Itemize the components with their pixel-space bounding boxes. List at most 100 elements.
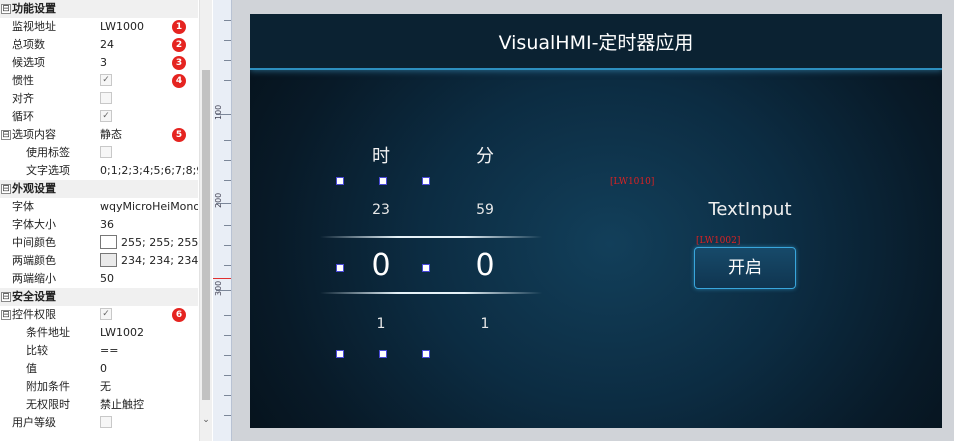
prop-value[interactable]: 50 bbox=[100, 270, 198, 288]
prop-label: 字体大小 bbox=[12, 218, 56, 231]
selection-handle[interactable] bbox=[379, 350, 387, 358]
prop-value-row[interactable]: 值 0 bbox=[0, 360, 198, 378]
color-swatch[interactable] bbox=[100, 235, 117, 249]
prop-extra-condition[interactable]: 附加条件 无 bbox=[0, 378, 198, 396]
ruler-tick bbox=[224, 20, 231, 21]
prop-label: 附加条件 bbox=[26, 380, 70, 393]
prop-inertia[interactable]: 惯性 ✓ 4 bbox=[0, 72, 198, 90]
collapse-icon[interactable]: ⊟ bbox=[1, 310, 11, 320]
prop-label: 对齐 bbox=[12, 92, 34, 105]
address-label-lw1010: [LW1010] bbox=[610, 177, 655, 187]
prop-label: 候选项 bbox=[12, 56, 45, 69]
prop-value[interactable]: 0 bbox=[100, 360, 198, 378]
prop-font-size[interactable]: 字体大小 36 bbox=[0, 216, 198, 234]
selection-handle[interactable] bbox=[336, 350, 344, 358]
user-level-checkbox[interactable] bbox=[100, 416, 112, 428]
prop-label: 监视地址 bbox=[12, 20, 56, 33]
ruler-label: 200 bbox=[214, 192, 223, 208]
annotation-badge-4: 4 bbox=[172, 74, 186, 88]
prop-control-permission[interactable]: ⊟ 控件权限 ✓ 6 bbox=[0, 306, 198, 324]
prop-total-items[interactable]: 总项数 24 2 bbox=[0, 36, 198, 54]
hour-wheel-current[interactable]: 0 bbox=[356, 248, 406, 283]
prop-candidate-items[interactable]: 候选项 3 3 bbox=[0, 54, 198, 72]
permission-checkbox[interactable]: ✓ bbox=[100, 308, 112, 320]
minute-prev-value: 59 bbox=[476, 202, 494, 218]
prop-align[interactable]: 对齐 bbox=[0, 90, 198, 108]
prop-label: 中间颜色 bbox=[12, 236, 56, 249]
design-canvas[interactable]: VisualHMI-定时器应用 时 分 23 59 0 0 1 1 [LW101… bbox=[232, 0, 954, 441]
property-scrollbar[interactable]: ⌄ bbox=[199, 0, 212, 441]
prop-label: 总项数 bbox=[12, 38, 45, 51]
prop-edge-shrink[interactable]: 两端缩小 50 bbox=[0, 270, 198, 288]
annotation-badge-6: 6 bbox=[172, 308, 186, 322]
prop-value[interactable]: wqyMicroHeiMono bbox=[100, 198, 198, 216]
ruler-tick bbox=[224, 245, 231, 246]
annotation-badge-5: 5 bbox=[172, 128, 186, 142]
inertia-checkbox[interactable]: ✓ bbox=[100, 74, 112, 86]
category-security-settings[interactable]: ⊟ 安全设置 bbox=[0, 288, 198, 306]
hour-prev-value: 23 bbox=[372, 202, 390, 218]
prop-label: 比较 bbox=[26, 344, 48, 357]
ruler-tick bbox=[224, 415, 231, 416]
collapse-icon[interactable]: ⊟ bbox=[1, 184, 11, 194]
selection-handle[interactable] bbox=[422, 264, 430, 272]
prop-label: 两端颜色 bbox=[12, 254, 56, 267]
selection-handle[interactable] bbox=[336, 264, 344, 272]
prop-value[interactable]: LW1002 bbox=[100, 324, 198, 342]
prop-user-level[interactable]: 用户等级 bbox=[0, 414, 198, 432]
prop-value[interactable]: 36 bbox=[100, 216, 198, 234]
address-label-lw1002: [LW1002] bbox=[696, 236, 741, 246]
prop-loop[interactable]: 循环 ✓ bbox=[0, 108, 198, 126]
selection-handle[interactable] bbox=[422, 350, 430, 358]
align-checkbox[interactable] bbox=[100, 92, 112, 104]
hmi-title-bar: VisualHMI-定时器应用 bbox=[250, 14, 942, 70]
color-swatch[interactable] bbox=[100, 253, 117, 267]
prop-value[interactable]: 禁止触控 bbox=[100, 396, 198, 414]
prop-option-content[interactable]: ⊟ 选项内容 静态 5 bbox=[0, 126, 198, 144]
prop-condition-address[interactable]: 条件地址 LW1002 bbox=[0, 324, 198, 342]
category-appearance-settings[interactable]: ⊟ 外观设置 bbox=[0, 180, 198, 198]
collapse-icon[interactable]: ⊟ bbox=[1, 292, 11, 302]
hmi-screen[interactable]: VisualHMI-定时器应用 时 分 23 59 0 0 1 1 [LW101… bbox=[250, 14, 942, 428]
hmi-title: VisualHMI-定时器应用 bbox=[498, 32, 694, 54]
collapse-icon[interactable]: ⊟ bbox=[1, 130, 11, 140]
ruler-label: 100 bbox=[214, 104, 223, 120]
prop-label: 控件权限 bbox=[12, 308, 56, 321]
ruler-tick bbox=[224, 225, 231, 226]
prop-label: 字体 bbox=[12, 200, 34, 213]
prop-middle-color[interactable]: 中间颜色 255; 255; 255 bbox=[0, 234, 198, 252]
start-button[interactable]: 开启 bbox=[694, 247, 796, 289]
prop-use-label[interactable]: 使用标签 bbox=[0, 144, 198, 162]
prop-label: 惯性 bbox=[12, 74, 34, 87]
hour-header: 时 bbox=[372, 146, 390, 167]
ruler-tick bbox=[224, 60, 231, 61]
ruler-tick bbox=[224, 160, 231, 161]
text-input-widget[interactable]: TextInput bbox=[702, 199, 798, 220]
minute-header: 分 bbox=[476, 146, 494, 167]
category-function-settings[interactable]: ⊟ 功能设置 bbox=[0, 0, 198, 18]
prop-value[interactable]: == bbox=[100, 342, 198, 360]
ruler-tick bbox=[224, 265, 231, 266]
use-label-checkbox[interactable] bbox=[100, 146, 112, 158]
prop-monitor-address[interactable]: 监视地址 LW1000 1 bbox=[0, 18, 198, 36]
prop-value[interactable]: 无 bbox=[100, 378, 198, 396]
annotation-badge-1: 1 bbox=[172, 20, 186, 34]
prop-value[interactable]: 0;1;2;3;4;5;6;7;8;9;10 bbox=[100, 162, 198, 180]
minute-wheel-current[interactable]: 0 bbox=[460, 248, 510, 283]
ruler-tick bbox=[224, 395, 231, 396]
prop-compare[interactable]: 比较 == bbox=[0, 342, 198, 360]
scrollbar-thumb[interactable] bbox=[202, 70, 210, 400]
collapse-icon[interactable]: ⊟ bbox=[1, 4, 11, 14]
prop-no-permission[interactable]: 无权限时 禁止触控 bbox=[0, 396, 198, 414]
selection-handle[interactable] bbox=[422, 177, 430, 185]
prop-font[interactable]: 字体 wqyMicroHeiMono bbox=[0, 198, 198, 216]
annotation-badge-3: 3 bbox=[172, 56, 186, 70]
prop-text-options[interactable]: 文字选项 0;1;2;3;4;5;6;7;8;9;10 bbox=[0, 162, 198, 180]
selection-handle[interactable] bbox=[336, 177, 344, 185]
prop-edge-color[interactable]: 两端颜色 234; 234; 234 bbox=[0, 252, 198, 270]
chevron-down-icon[interactable]: ⌄ bbox=[200, 413, 212, 427]
prop-value: 234; 234; 234 bbox=[121, 254, 198, 267]
loop-checkbox[interactable]: ✓ bbox=[100, 110, 112, 122]
prop-label: 无权限时 bbox=[26, 398, 70, 411]
selection-handle[interactable] bbox=[379, 177, 387, 185]
